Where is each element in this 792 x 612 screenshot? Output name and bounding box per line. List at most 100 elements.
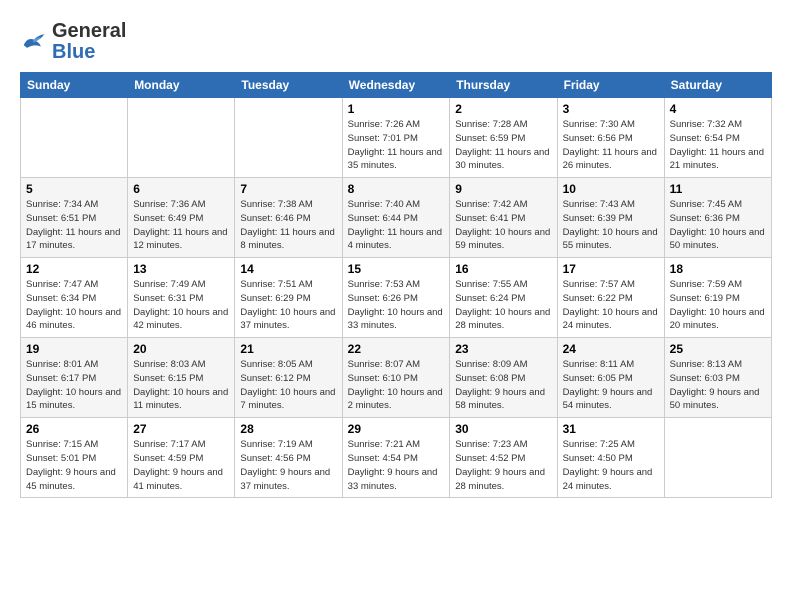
calendar-cell: 24 Sunrise: 8:11 AM Sunset: 6:05 PM Dayli…	[557, 338, 664, 418]
calendar-cell: 15 Sunrise: 7:53 AM Sunset: 6:26 PM Dayli…	[342, 258, 450, 338]
day-number: 27	[133, 422, 229, 436]
day-number: 5	[26, 182, 122, 196]
day-info: Sunrise: 7:30 AM Sunset: 6:56 PM Dayligh…	[563, 118, 659, 173]
day-number: 19	[26, 342, 122, 356]
calendar-cell: 20Sunrise: 8:03 AM Sunset: 6:15 PM Dayli…	[128, 338, 235, 418]
day-info: Sunrise: 7:43 AM Sunset: 6:39 PM Dayligh…	[563, 198, 659, 253]
day-info: Sunrise: 8:13 AM Sunset: 6:03 PM Dayligh…	[670, 358, 766, 413]
calendar-cell: 6Sunrise: 7:36 AM Sunset: 6:49 PM Daylig…	[128, 178, 235, 258]
day-info: Sunrise: 7:26 AM Sunset: 7:01 PM Dayligh…	[348, 118, 445, 173]
calendar-cell: 2Sunrise: 7:28 AM Sunset: 6:59 PM Daylig…	[450, 98, 557, 178]
day-info: Sunrise: 7:32 AM Sunset: 6:54 PM Dayligh…	[670, 118, 766, 173]
day-number: 14	[240, 262, 336, 276]
calendar-cell: 21 Sunrise: 8:05 AM Sunset: 6:12 PM Dayli…	[235, 338, 342, 418]
day-number: 22	[348, 342, 445, 356]
header-monday: Monday	[128, 73, 235, 98]
calendar-cell: 27 Sunrise: 7:17 AM Sunset: 4:59 PM Dayli…	[128, 418, 235, 498]
calendar-cell: 11 Sunrise: 7:45 AM Sunset: 6:36 PM Dayli…	[664, 178, 771, 258]
day-number: 11	[670, 182, 766, 196]
day-number: 18	[670, 262, 766, 276]
day-info: Sunrise: 7:15 AM Sunset: 5:01 PM Dayligh…	[26, 438, 122, 493]
day-info: Sunrise: 7:21 AM Sunset: 4:54 PM Dayligh…	[348, 438, 445, 493]
day-info: Sunrise: 7:59 AM Sunset: 6:19 PM Dayligh…	[670, 278, 766, 333]
day-number: 8	[348, 182, 445, 196]
calendar-cell	[235, 98, 342, 178]
header-friday: Friday	[557, 73, 664, 98]
logo: General Blue	[20, 20, 126, 62]
calendar-cell: 8 Sunrise: 7:40 AM Sunset: 6:44 PM Daylig…	[342, 178, 450, 258]
page-header: General Blue	[20, 20, 772, 62]
calendar-cell: 17 Sunrise: 7:57 AM Sunset: 6:22 PM Dayli…	[557, 258, 664, 338]
calendar-cell: 1 Sunrise: 7:26 AM Sunset: 7:01 PM Daylig…	[342, 98, 450, 178]
calendar-cell: 13Sunrise: 7:49 AM Sunset: 6:31 PM Dayli…	[128, 258, 235, 338]
day-number: 6	[133, 182, 229, 196]
day-info: Sunrise: 7:34 AM Sunset: 6:51 PM Dayligh…	[26, 198, 122, 253]
calendar-cell: 16 Sunrise: 7:55 AM Sunset: 6:24 PM Dayli…	[450, 258, 557, 338]
day-number: 30	[455, 422, 551, 436]
day-number: 16	[455, 262, 551, 276]
day-number: 10	[563, 182, 659, 196]
calendar-cell: 7Sunrise: 7:38 AM Sunset: 6:46 PM Daylig…	[235, 178, 342, 258]
calendar-header-row: SundayMondayTuesdayWednesdayThursdayFrid…	[21, 73, 772, 98]
calendar-cell: 12Sunrise: 7:47 AM Sunset: 6:34 PM Dayli…	[21, 258, 128, 338]
calendar-cell: 10 Sunrise: 7:43 AM Sunset: 6:39 PM Dayli…	[557, 178, 664, 258]
day-number: 24	[563, 342, 659, 356]
day-info: Sunrise: 7:55 AM Sunset: 6:24 PM Dayligh…	[455, 278, 551, 333]
day-number: 28	[240, 422, 336, 436]
day-number: 26	[26, 422, 122, 436]
day-number: 1	[348, 102, 445, 116]
calendar-table: SundayMondayTuesdayWednesdayThursdayFrid…	[20, 72, 772, 498]
day-info: Sunrise: 7:28 AM Sunset: 6:59 PM Dayligh…	[455, 118, 551, 173]
week-row-2: 5 Sunrise: 7:34 AM Sunset: 6:51 PM Daylig…	[21, 178, 772, 258]
day-info: Sunrise: 7:57 AM Sunset: 6:22 PM Dayligh…	[563, 278, 659, 333]
day-number: 29	[348, 422, 445, 436]
calendar-cell: 25 Sunrise: 8:13 AM Sunset: 6:03 PM Dayli…	[664, 338, 771, 418]
calendar-cell: 28 Sunrise: 7:19 AM Sunset: 4:56 PM Dayli…	[235, 418, 342, 498]
day-number: 15	[348, 262, 445, 276]
day-number: 17	[563, 262, 659, 276]
calendar-cell: 14 Sunrise: 7:51 AM Sunset: 6:29 PM Dayli…	[235, 258, 342, 338]
day-info: Sunrise: 7:45 AM Sunset: 6:36 PM Dayligh…	[670, 198, 766, 253]
header-wednesday: Wednesday	[342, 73, 450, 98]
day-info: Sunrise: 7:17 AM Sunset: 4:59 PM Dayligh…	[133, 438, 229, 493]
day-number: 3	[563, 102, 659, 116]
day-info: Sunrise: 7:51 AM Sunset: 6:29 PM Dayligh…	[240, 278, 336, 333]
day-number: 9	[455, 182, 551, 196]
calendar-cell: 26 Sunrise: 7:15 AM Sunset: 5:01 PM Dayli…	[21, 418, 128, 498]
calendar-cell	[664, 418, 771, 498]
day-number: 31	[563, 422, 659, 436]
calendar-cell: 4Sunrise: 7:32 AM Sunset: 6:54 PM Daylig…	[664, 98, 771, 178]
day-info: Sunrise: 8:11 AM Sunset: 6:05 PM Dayligh…	[563, 358, 659, 413]
week-row-4: 19 Sunrise: 8:01 AM Sunset: 6:17 PM Dayli…	[21, 338, 772, 418]
calendar-cell	[128, 98, 235, 178]
header-tuesday: Tuesday	[235, 73, 342, 98]
week-row-5: 26 Sunrise: 7:15 AM Sunset: 5:01 PM Dayli…	[21, 418, 772, 498]
day-number: 21	[240, 342, 336, 356]
calendar-cell: 29 Sunrise: 7:21 AM Sunset: 4:54 PM Dayli…	[342, 418, 450, 498]
calendar-cell: 3 Sunrise: 7:30 AM Sunset: 6:56 PM Daylig…	[557, 98, 664, 178]
day-info: Sunrise: 7:19 AM Sunset: 4:56 PM Dayligh…	[240, 438, 336, 493]
day-info: Sunrise: 7:42 AM Sunset: 6:41 PM Dayligh…	[455, 198, 551, 253]
header-saturday: Saturday	[664, 73, 771, 98]
calendar-cell: 23Sunrise: 8:09 AM Sunset: 6:08 PM Dayli…	[450, 338, 557, 418]
day-info: Sunrise: 8:01 AM Sunset: 6:17 PM Dayligh…	[26, 358, 122, 413]
week-row-1: 1 Sunrise: 7:26 AM Sunset: 7:01 PM Daylig…	[21, 98, 772, 178]
day-info: Sunrise: 7:40 AM Sunset: 6:44 PM Dayligh…	[348, 198, 445, 253]
calendar-cell: 22Sunrise: 8:07 AM Sunset: 6:10 PM Dayli…	[342, 338, 450, 418]
day-info: Sunrise: 7:53 AM Sunset: 6:26 PM Dayligh…	[348, 278, 445, 333]
header-sunday: Sunday	[21, 73, 128, 98]
day-info: Sunrise: 8:05 AM Sunset: 6:12 PM Dayligh…	[240, 358, 336, 413]
calendar-cell: 31 Sunrise: 7:25 AM Sunset: 4:50 PM Dayli…	[557, 418, 664, 498]
calendar-cell: 30Sunrise: 7:23 AM Sunset: 4:52 PM Dayli…	[450, 418, 557, 498]
calendar-cell: 9 Sunrise: 7:42 AM Sunset: 6:41 PM Daylig…	[450, 178, 557, 258]
calendar-cell: 5 Sunrise: 7:34 AM Sunset: 6:51 PM Daylig…	[21, 178, 128, 258]
day-number: 25	[670, 342, 766, 356]
day-number: 13	[133, 262, 229, 276]
logo-text: General Blue	[52, 20, 126, 62]
day-info: Sunrise: 7:25 AM Sunset: 4:50 PM Dayligh…	[563, 438, 659, 493]
day-info: Sunrise: 7:47 AM Sunset: 6:34 PM Dayligh…	[26, 278, 122, 333]
day-number: 20	[133, 342, 229, 356]
logo-icon	[20, 30, 48, 52]
calendar-cell: 19 Sunrise: 8:01 AM Sunset: 6:17 PM Dayli…	[21, 338, 128, 418]
calendar-cell: 18 Sunrise: 7:59 AM Sunset: 6:19 PM Dayli…	[664, 258, 771, 338]
